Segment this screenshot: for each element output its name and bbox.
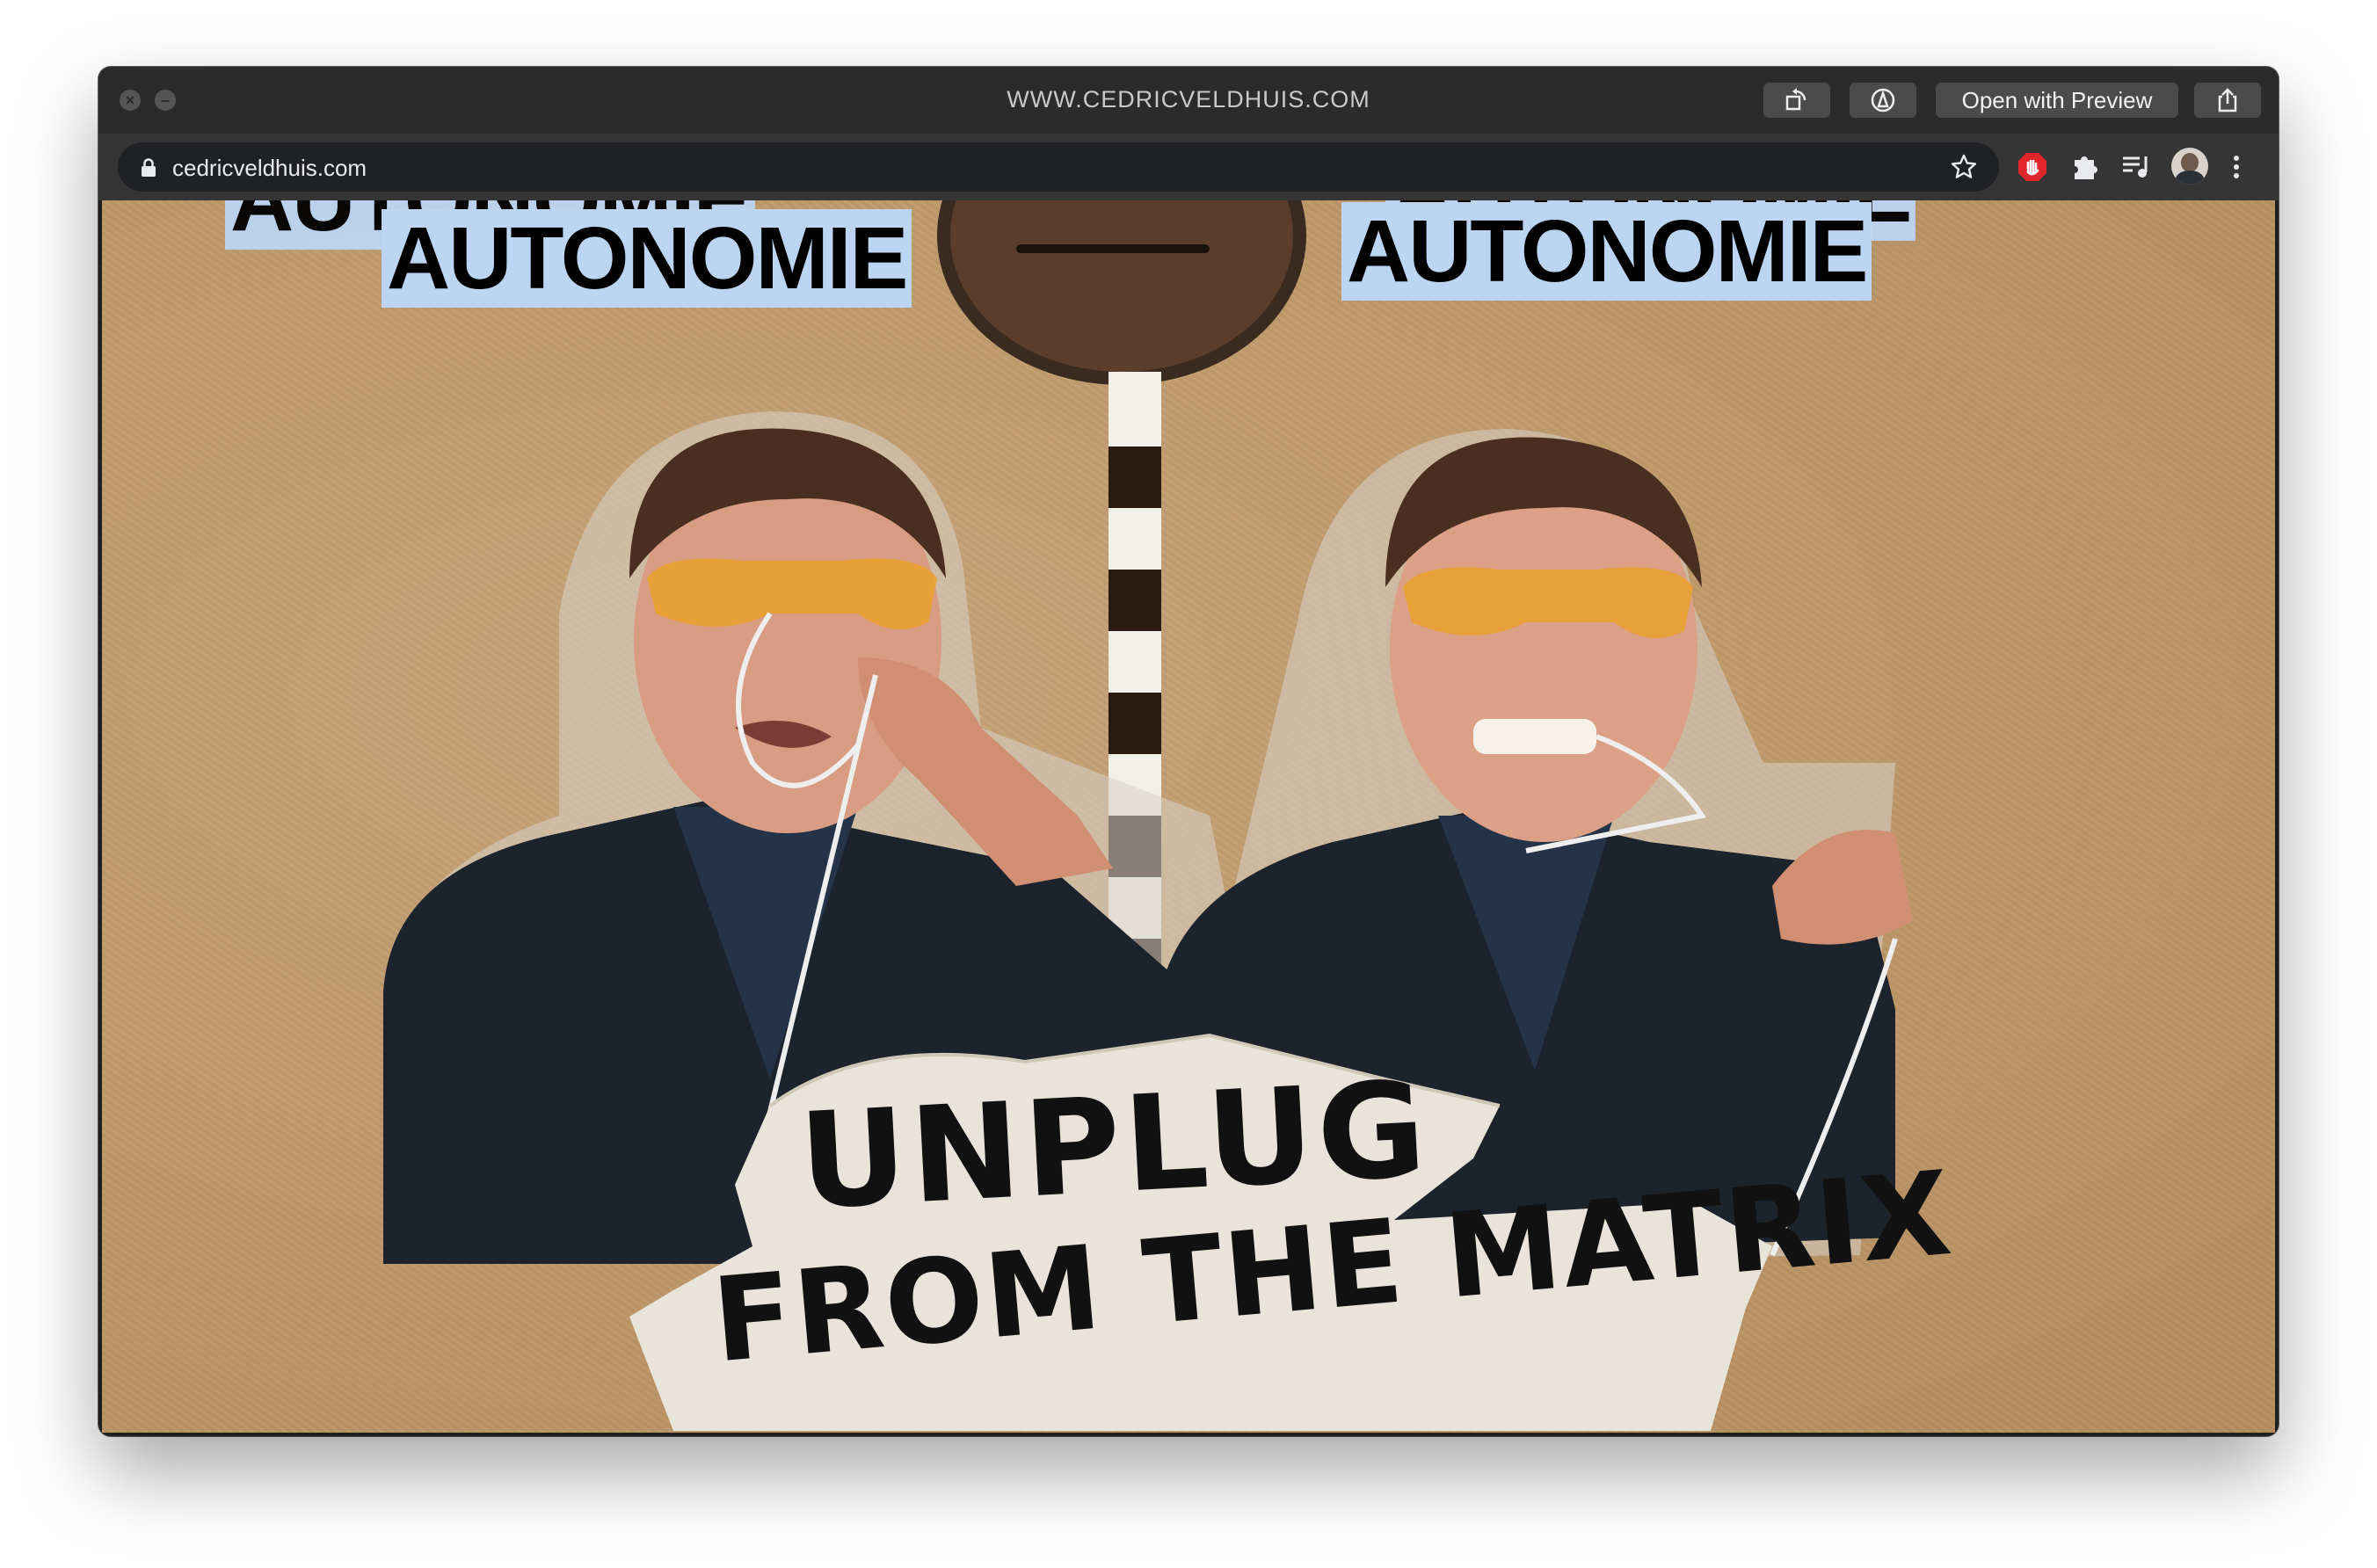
markup-icon <box>1871 88 1895 113</box>
adblock-icon[interactable] <box>2017 151 2048 183</box>
lock-icon <box>142 158 156 177</box>
extensions-puzzle-icon[interactable] <box>2069 151 2101 183</box>
browser-window: × – WWW.CEDRICVELDHUIS.COM Open with Pre… <box>98 67 2279 1436</box>
rotate-icon <box>1785 88 1806 111</box>
browser-toolbar: cedricveldhuis.com <box>98 134 2279 200</box>
url-text: cedricveldhuis.com <box>172 155 367 181</box>
share-icon <box>2218 88 2237 113</box>
markup-button[interactable] <box>1850 83 1916 118</box>
menu-dots-icon[interactable] <box>2229 151 2243 183</box>
bookmark-star-icon[interactable] <box>1950 153 1978 181</box>
profile-avatar[interactable] <box>2171 148 2208 185</box>
title-bar: × – WWW.CEDRICVELDHUIS.COM Open with Pre… <box>98 67 2279 134</box>
address-bar[interactable]: cedricveldhuis.com <box>118 142 1999 192</box>
page-viewport: AUTONOMIE AUTONOMIE AUTONOMIE AUTONOMIE <box>102 200 2275 1433</box>
media-control-icon[interactable] <box>2120 151 2152 183</box>
rotate-button[interactable] <box>1763 83 1830 118</box>
share-button[interactable] <box>2194 83 2261 118</box>
open-with-preview-button[interactable]: Open with Preview <box>1936 83 2178 118</box>
